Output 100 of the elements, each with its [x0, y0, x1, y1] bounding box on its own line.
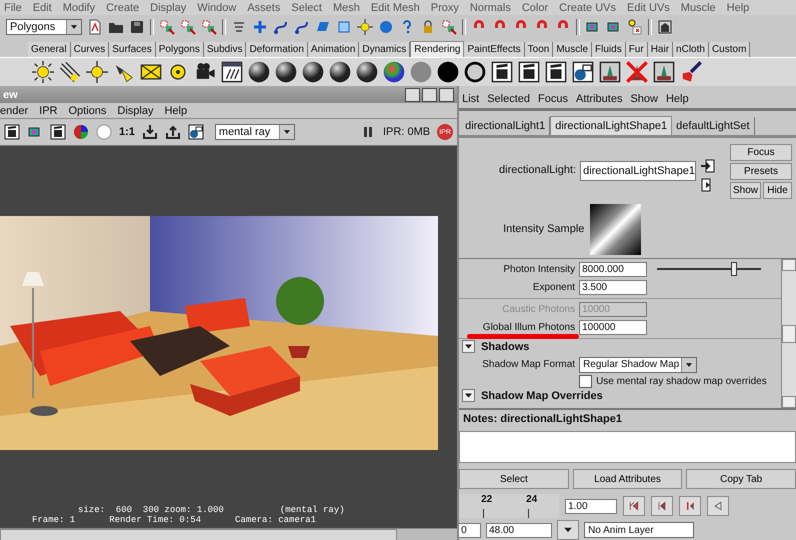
- shelf-tab[interactable]: Curves: [70, 42, 110, 57]
- anim-layer-dropdown[interactable]: No Anim Layer: [584, 522, 694, 538]
- shelf-tab[interactable]: Hair: [648, 42, 674, 57]
- shelf-tab[interactable]: PaintEffects: [464, 42, 525, 57]
- menu-item[interactable]: Help: [666, 93, 689, 106]
- shelf-tab[interactable]: Custom: [708, 42, 750, 57]
- menu-item[interactable]: Assets: [247, 2, 280, 14]
- shelf-tab[interactable]: Dynamics: [359, 42, 410, 57]
- clapper-icon[interactable]: [545, 61, 567, 83]
- crosshair-icon[interactable]: [357, 19, 373, 35]
- editor-button[interactable]: Load Attributes: [572, 469, 682, 490]
- menu-item[interactable]: Window: [197, 2, 236, 14]
- menu-item[interactable]: Select: [291, 2, 322, 14]
- clapper-icon[interactable]: [4, 124, 20, 140]
- menu-item[interactable]: Proxy: [430, 2, 459, 14]
- minimize-button[interactable]: [405, 88, 420, 102]
- shelf-tab[interactable]: Fur: [626, 42, 648, 57]
- menu-item[interactable]: Create: [106, 2, 140, 14]
- clapper-icon[interactable]: [518, 61, 540, 83]
- menu-item[interactable]: Display: [117, 104, 154, 116]
- cube-icon[interactable]: [336, 19, 352, 35]
- menu-item[interactable]: Focus: [538, 93, 568, 106]
- editor-button[interactable]: Copy Tab: [686, 469, 796, 490]
- sphere-icon[interactable]: [302, 61, 324, 83]
- plant-icon[interactable]: [653, 61, 675, 83]
- attribute-field[interactable]: 100000: [579, 320, 648, 335]
- shelf-tab[interactable]: Fluids: [592, 42, 626, 57]
- curve-icon[interactable]: [294, 19, 310, 35]
- section-title[interactable]: Shadows: [481, 340, 530, 353]
- menu-item[interactable]: Normals: [470, 2, 511, 14]
- plus-icon[interactable]: [252, 19, 268, 35]
- menu-item[interactable]: Modify: [62, 2, 96, 14]
- go-to-start-button[interactable]: [623, 496, 646, 516]
- crosshair-icon[interactable]: [86, 61, 108, 83]
- scroll-down-button[interactable]: [782, 396, 796, 408]
- select-icon[interactable]: [180, 19, 196, 35]
- close-button[interactable]: [439, 88, 454, 102]
- layer-menu-button[interactable]: [557, 520, 580, 540]
- select-icon[interactable]: [159, 19, 175, 35]
- sphere-icon[interactable]: [248, 61, 270, 83]
- show-button[interactable]: Show: [730, 182, 762, 199]
- globe-icon[interactable]: [188, 124, 204, 140]
- scrollbar-thumb[interactable]: [782, 324, 796, 343]
- download-icon[interactable]: [142, 124, 158, 140]
- circle-icon[interactable]: [437, 61, 459, 83]
- renderer-dropdown[interactable]: mental ray: [214, 124, 295, 140]
- attribute-field[interactable]: 3.500: [579, 280, 648, 295]
- light-icon[interactable]: [59, 61, 81, 83]
- cross-icon[interactable]: [626, 61, 648, 83]
- brush-icon[interactable]: [680, 61, 702, 83]
- menu-set-dropdown[interactable]: Polygons: [6, 19, 82, 35]
- presets-button[interactable]: Presets: [730, 162, 792, 180]
- section-title[interactable]: Shadow Map Overrides: [481, 390, 603, 402]
- menu-item[interactable]: Help: [164, 104, 188, 116]
- shelf-tab[interactable]: nCloth: [673, 42, 709, 57]
- menu-item[interactable]: Show: [630, 93, 658, 106]
- curve-icon[interactable]: [273, 19, 289, 35]
- menu-item[interactable]: Mesh: [332, 2, 360, 14]
- real-size-button[interactable]: 1:1: [119, 126, 135, 138]
- shadow-map-dropdown[interactable]: Regular Shadow Map: [579, 356, 698, 373]
- color-channels-icon[interactable]: [73, 124, 89, 140]
- node-tab[interactable]: defaultLightSet: [672, 116, 755, 135]
- node-name-field[interactable]: directionalLightShape1: [580, 160, 696, 181]
- start-field[interactable]: 0: [459, 522, 482, 538]
- menu-item[interactable]: Help: [726, 2, 750, 14]
- render-icon[interactable]: [657, 19, 673, 35]
- shelf-tab[interactable]: Deformation: [246, 42, 308, 57]
- shelf-tab[interactable]: Toon: [524, 42, 554, 57]
- menu-item[interactable]: Attributes: [576, 93, 622, 106]
- menu-item[interactable]: Color: [522, 2, 548, 14]
- menu-item[interactable]: List: [462, 93, 480, 106]
- step-back-icon[interactable]: [656, 500, 668, 512]
- first-frame-icon[interactable]: [628, 500, 640, 512]
- sphere-icon[interactable]: [275, 61, 297, 83]
- shelf-tab[interactable]: Surfaces: [109, 42, 156, 57]
- expand-toggle[interactable]: [462, 340, 476, 354]
- upload-icon[interactable]: [164, 124, 181, 140]
- input-icon[interactable]: [700, 158, 716, 174]
- editor-button[interactable]: Select: [459, 469, 569, 490]
- play-back-button[interactable]: [707, 496, 730, 516]
- menu-item[interactable]: File: [4, 2, 22, 14]
- sphere-icon[interactable]: [356, 61, 378, 83]
- key-icon[interactable]: [684, 500, 696, 512]
- clock-icon[interactable]: [627, 19, 643, 35]
- shelf-tab[interactable]: Subdivs: [204, 42, 246, 57]
- menu-item[interactable]: ender: [0, 104, 28, 116]
- scrollbar-thumb[interactable]: [0, 529, 397, 540]
- shelf-tab[interactable]: Polygons: [156, 42, 204, 57]
- shelf-tab[interactable]: General: [28, 42, 71, 57]
- hide-button[interactable]: Hide: [763, 182, 792, 199]
- scroll-up-button[interactable]: [782, 258, 796, 271]
- notes-field[interactable]: [459, 431, 796, 464]
- node-tab[interactable]: directionalLightShape1: [550, 116, 672, 135]
- clapper-icon[interactable]: [50, 124, 66, 140]
- maximize-button[interactable]: [422, 88, 438, 102]
- shelf-tab[interactable]: Rendering: [410, 41, 464, 57]
- ring-icon[interactable]: [464, 61, 486, 83]
- current-time-field[interactable]: 1.00: [565, 498, 618, 514]
- end-field[interactable]: 48.00: [486, 522, 552, 538]
- menu-item[interactable]: Edit: [32, 2, 52, 14]
